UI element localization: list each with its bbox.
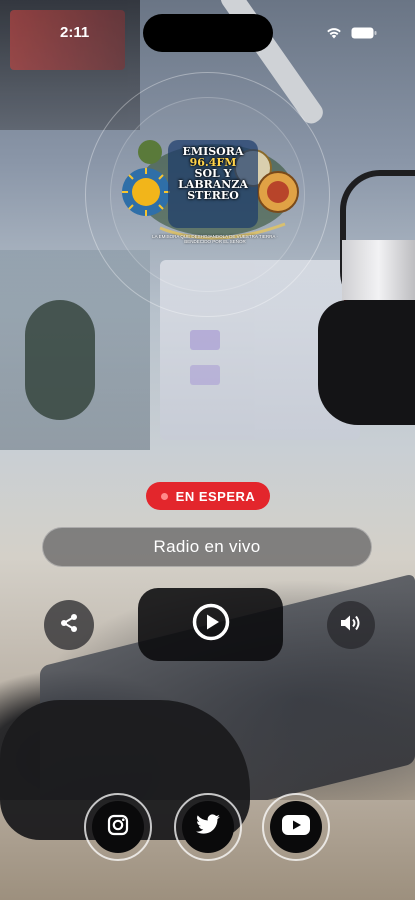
instagram-button[interactable] [84, 793, 152, 861]
play-button[interactable] [138, 588, 283, 661]
youtube-icon [282, 814, 310, 840]
status-badge: EN ESPERA [146, 482, 270, 510]
logo-title: EMISORA 96.4FM SOL Y LABRANZA STEREO [178, 145, 248, 202]
station-logo: EMISORA 96.4FM SOL Y LABRANZA STEREO LA … [120, 132, 305, 257]
station-title-bar: Radio en vivo [42, 527, 372, 567]
share-button[interactable] [44, 600, 94, 650]
radio-player-screen: 2:11 EMISORA 96.4FM SOL Y LABRANZA STERE… [0, 0, 415, 900]
volume-icon [339, 613, 363, 638]
station-title: Radio en vivo [153, 537, 261, 556]
twitter-button[interactable] [174, 793, 242, 861]
share-icon [59, 613, 79, 638]
status-dot [160, 492, 168, 500]
play-circle-icon [191, 602, 231, 647]
wifi-icon [325, 26, 343, 39]
status-time: 2:11 [60, 24, 90, 41]
twitter-icon [195, 813, 221, 841]
background-clock [25, 300, 95, 420]
background-mic-body [318, 300, 415, 425]
status-label: EN ESPERA [175, 488, 256, 504]
youtube-button[interactable] [262, 793, 330, 861]
instagram-icon [106, 813, 130, 842]
logo-tagline: LA EMISORA QUE DESHOJANDOLA DE VUESTRA T… [152, 234, 278, 244]
volume-button[interactable] [327, 601, 375, 649]
status-bar: 2:11 [0, 0, 415, 52]
dynamic-island [143, 14, 273, 52]
status-icons [325, 26, 377, 39]
battery-icon [351, 27, 377, 39]
